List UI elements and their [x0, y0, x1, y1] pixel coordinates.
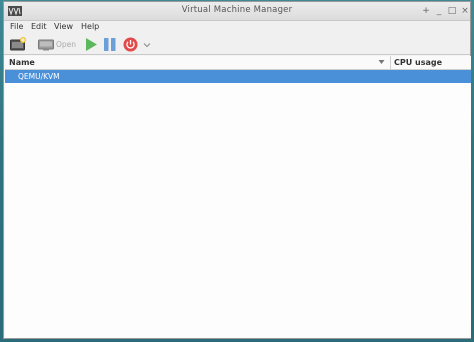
menu-view[interactable]: View	[54, 22, 73, 31]
chevron-down-icon[interactable]	[143, 42, 151, 48]
sort-down-icon[interactable]	[378, 59, 385, 65]
new-window-button[interactable]: +	[420, 5, 432, 17]
connection-label: QEMU/KVM	[18, 72, 60, 81]
close-button[interactable]: ×	[459, 5, 471, 17]
open-button[interactable]: Open	[56, 40, 76, 49]
power-icon[interactable]	[123, 37, 138, 52]
menu-help[interactable]: Help	[81, 22, 99, 31]
monitor-icon[interactable]	[38, 39, 54, 51]
maximize-button[interactable]: □	[446, 5, 458, 17]
run-icon[interactable]	[84, 37, 98, 52]
column-header-cpu[interactable]: CPU usage	[394, 58, 442, 67]
toolbar: Open	[4, 35, 470, 55]
menu-file[interactable]: File	[10, 22, 23, 31]
window-title: Virtual Machine Manager	[181, 5, 293, 15]
titlebar[interactable]: Virtual Machine Manager + _ □ ×	[4, 2, 470, 21]
column-header-name[interactable]: Name	[9, 58, 35, 67]
minimize-button[interactable]: _	[433, 5, 445, 17]
new-vm-icon[interactable]	[10, 37, 26, 52]
list-header: Name CPU usage	[5, 56, 471, 70]
pause-icon[interactable]	[103, 37, 117, 52]
menu-edit[interactable]: Edit	[31, 22, 47, 31]
connection-list[interactable]: Name CPU usage QEMU/KVM	[5, 56, 471, 338]
main-window: Virtual Machine Manager + _ □ × File Edi…	[3, 1, 471, 339]
column-divider[interactable]	[390, 56, 391, 70]
list-item[interactable]: QEMU/KVM	[5, 70, 471, 83]
menubar: File Edit View Help	[4, 21, 470, 35]
